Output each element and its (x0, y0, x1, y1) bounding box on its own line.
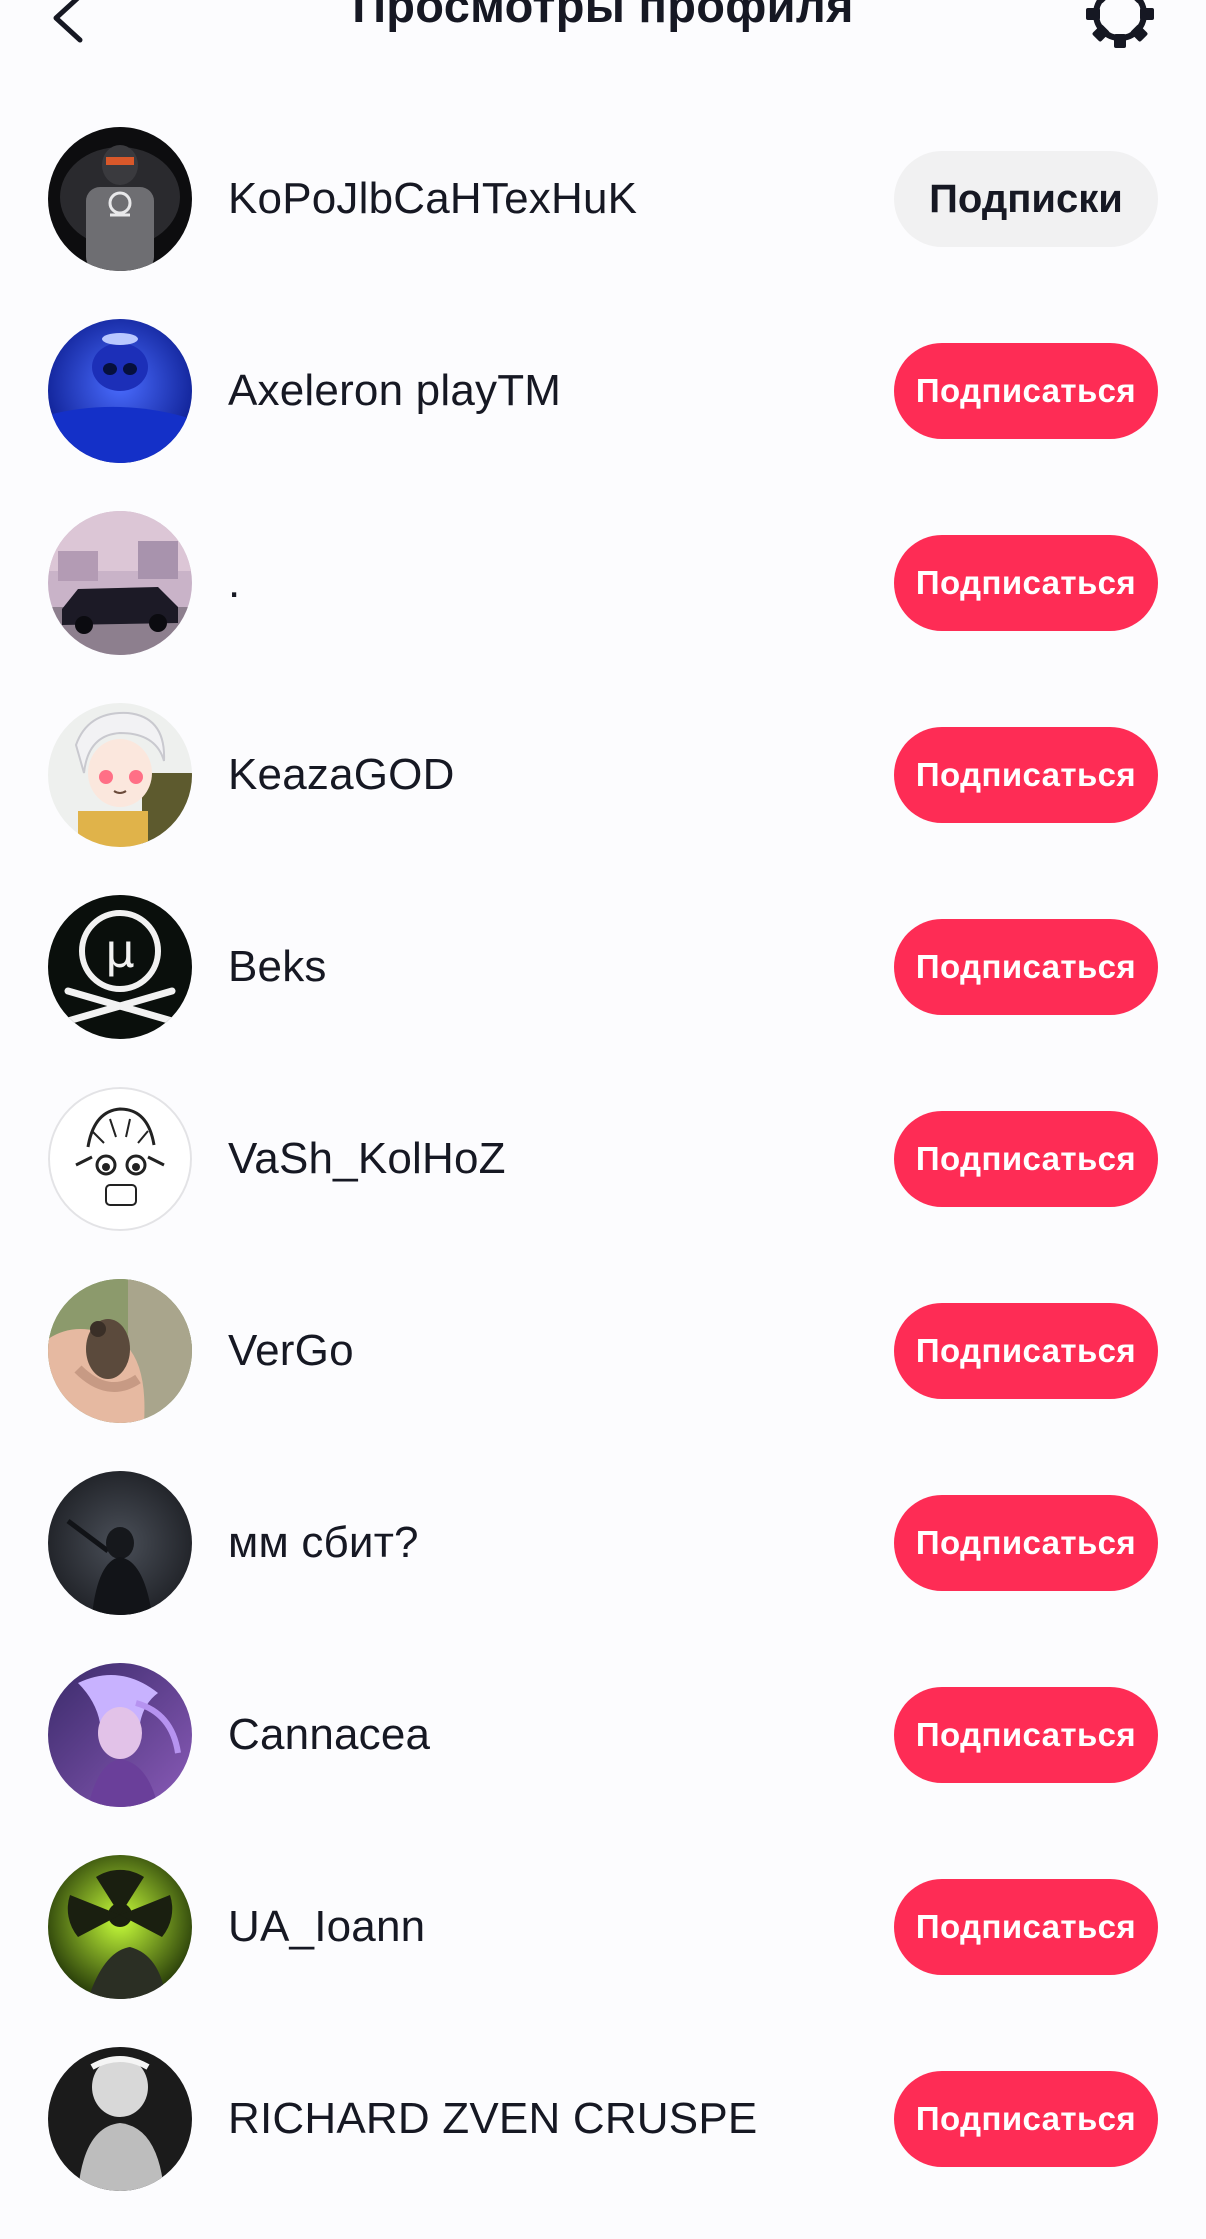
avatar[interactable] (48, 1663, 192, 1807)
viewer-row[interactable]: VerGo Подписаться (0, 1279, 1206, 1471)
viewer-row[interactable]: Cannacea Подписаться (0, 1663, 1206, 1855)
username[interactable]: UA_Ioann (228, 1897, 425, 1957)
viewer-row[interactable]: Axeleron playTM Подписаться (0, 319, 1206, 511)
follow-button[interactable]: Подписаться (894, 1687, 1158, 1783)
follow-button[interactable]: Подписаться (894, 727, 1158, 823)
page-title: Просмотры профиля (352, 0, 854, 32)
avatar[interactable] (48, 511, 192, 655)
follow-button[interactable]: Подписаться (894, 1495, 1158, 1591)
avatar[interactable]: μ (48, 895, 192, 1039)
username[interactable]: мм сбит? (228, 1513, 419, 1573)
viewer-row[interactable]: . Подписаться (0, 511, 1206, 703)
settings-button[interactable] (1080, 0, 1160, 52)
username[interactable]: . (228, 553, 240, 613)
viewer-row[interactable]: μ Beks Подписаться (0, 895, 1206, 1087)
follow-button[interactable]: Подписаться (894, 1879, 1158, 1975)
username[interactable]: KeazaGOD (228, 745, 455, 805)
avatar[interactable] (48, 703, 192, 847)
username[interactable]: VerGo (228, 1321, 354, 1381)
gear-icon (1086, 0, 1154, 48)
avatar[interactable] (48, 1855, 192, 1999)
viewer-row[interactable]: мм сбит? Подписаться (0, 1471, 1206, 1663)
avatar[interactable] (48, 1279, 192, 1423)
follow-button[interactable]: Подписаться (894, 919, 1158, 1015)
follow-button[interactable]: Подписаться (894, 1303, 1158, 1399)
avatar[interactable] (48, 1471, 192, 1615)
viewer-row[interactable]: VaSh_KolHoZ Подписаться (0, 1087, 1206, 1279)
following-button[interactable]: Подписки (894, 151, 1158, 247)
viewer-row[interactable]: UA_Ioann Подписаться (0, 1855, 1206, 2047)
follow-button[interactable]: Подписаться (894, 535, 1158, 631)
svg-text:μ: μ (105, 924, 134, 978)
username[interactable]: RICHARD ZVEN CRUSPE (228, 2089, 757, 2149)
top-bar: Просмотры профиля (0, 0, 1206, 60)
username[interactable]: Axeleron playTM (228, 361, 561, 421)
avatar[interactable] (48, 1087, 192, 1231)
username[interactable]: VaSh_KolHoZ (228, 1129, 506, 1189)
viewer-row[interactable]: KoPoJlbCaHTexHuK Подписки (0, 127, 1206, 319)
follow-button[interactable]: Подписаться (894, 1111, 1158, 1207)
follow-button[interactable]: Подписаться (894, 2071, 1158, 2167)
avatar[interactable] (48, 319, 192, 463)
viewer-row[interactable]: KeazaGOD Подписаться (0, 703, 1206, 895)
viewer-row[interactable]: RICHARD ZVEN CRUSPE Подписаться (0, 2047, 1206, 2239)
follow-button[interactable]: Подписаться (894, 343, 1158, 439)
avatar[interactable] (48, 127, 192, 271)
username[interactable]: KoPoJlbCaHTexHuK (228, 169, 637, 229)
avatar[interactable] (48, 2047, 192, 2191)
username[interactable]: Beks (228, 937, 327, 997)
username[interactable]: Cannacea (228, 1705, 430, 1765)
